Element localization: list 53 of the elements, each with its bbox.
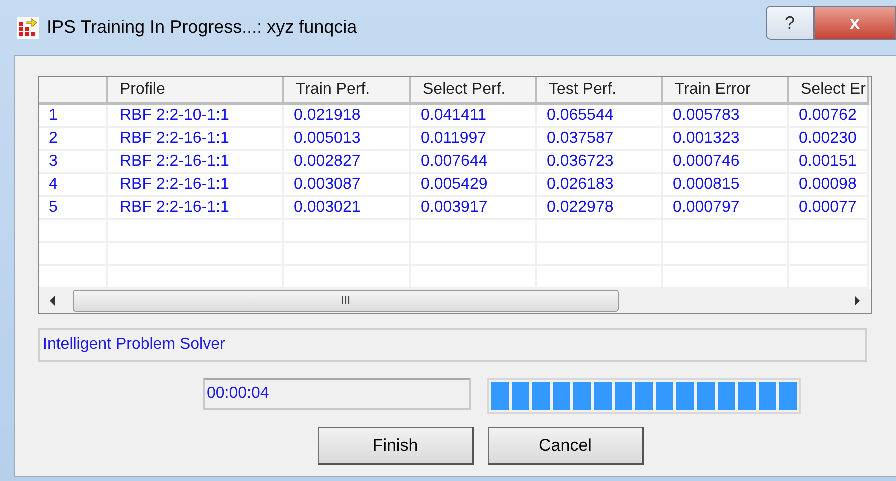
table-cell: 0.021918 (284, 105, 411, 128)
cancel-button[interactable]: Cancel (488, 427, 644, 465)
column-header[interactable]: Select Perf. (411, 77, 537, 105)
table-cell: 1 (39, 105, 108, 128)
right-arrow-icon[interactable] (853, 296, 861, 306)
table-cell: RBF 2:2-16-1:1 (108, 151, 284, 174)
table-cell: 2 (39, 128, 108, 151)
table-cell: 0.005429 (411, 174, 537, 197)
column-header[interactable]: Select Er (789, 77, 869, 105)
table-cell: 0.065544 (537, 105, 663, 128)
table-cell: 0.003917 (411, 197, 537, 220)
help-button[interactable]: ? (766, 6, 814, 40)
empty-table-cell (39, 220, 108, 243)
table-cell: 0.036723 (537, 151, 663, 174)
table-cell: 5 (39, 197, 108, 220)
table-cell: RBF 2:2-16-1:1 (108, 128, 284, 151)
table-cell: 0.00762 (789, 105, 869, 128)
table-cell: 0.005783 (663, 105, 789, 128)
table-cell: 0.000746 (663, 151, 789, 174)
table-cell: RBF 2:2-16-1:1 (108, 174, 284, 197)
table-cell: 0.001323 (663, 128, 789, 151)
table-cell: 0.003021 (284, 197, 411, 220)
left-arrow-icon[interactable] (49, 296, 57, 306)
table-cell: 0.00151 (789, 151, 869, 174)
table-cell: 0.005013 (284, 128, 411, 151)
column-header[interactable]: Profile (108, 77, 284, 105)
table-cell: 0.041411 (411, 105, 537, 128)
table-cell: 0.011997 (411, 128, 537, 151)
elapsed-time-field: 00:00:04 (203, 378, 471, 410)
table-cell: RBF 2:2-16-1:1 (108, 197, 284, 220)
column-header[interactable]: Train Error (663, 77, 789, 105)
table-cell: 0.00230 (789, 128, 869, 151)
table-cell: 3 (39, 151, 108, 174)
table-cell: 4 (39, 174, 108, 197)
table-cell: 0.000815 (663, 174, 789, 197)
table-cell: RBF 2:2-10-1:1 (108, 105, 284, 128)
table-cell: 0.007644 (411, 151, 537, 174)
table-cell: 0.003087 (284, 174, 411, 197)
table-cell: 0.026183 (537, 174, 663, 197)
scroll-thumb[interactable]: III (73, 290, 619, 312)
horizontal-scrollbar[interactable]: III (39, 289, 871, 313)
status-field: Intelligent Problem Solver (38, 328, 867, 362)
table-cell: 0.037587 (537, 128, 663, 151)
table-cell: 0.000797 (663, 197, 789, 220)
empty-table-cell (39, 243, 108, 266)
column-header[interactable]: Train Perf. (284, 77, 411, 105)
table-cell: 0.00077 (789, 197, 869, 220)
window-title: IPS Training In Progress...: xyz funqcia (47, 17, 358, 38)
table-cell: 0.022978 (537, 197, 663, 220)
table-cell: 0.002827 (284, 151, 411, 174)
column-header[interactable]: Test Perf. (537, 77, 663, 105)
finish-button[interactable]: Finish (318, 427, 474, 465)
table-cell: 0.00098 (789, 174, 869, 197)
